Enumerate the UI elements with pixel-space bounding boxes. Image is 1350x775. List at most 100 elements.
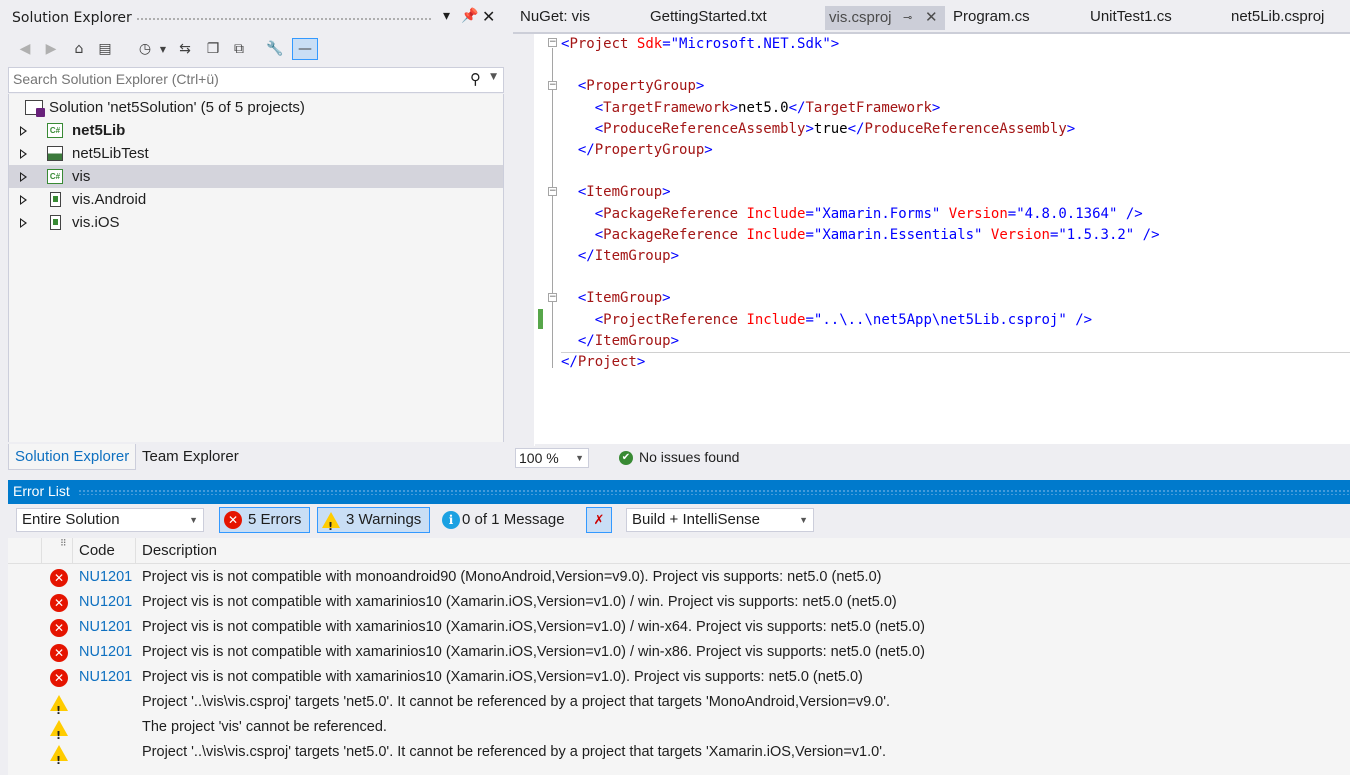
back-icon[interactable]: ◀ bbox=[14, 38, 36, 60]
editor-tab-strip: NuGet: vis GettingStarted.txt vis.csproj… bbox=[513, 0, 1350, 32]
error-code-link[interactable]: NU1201 bbox=[79, 665, 132, 690]
tab-team-explorer[interactable]: Team Explorer bbox=[136, 444, 245, 470]
tab-vis-csproj[interactable]: vis.csproj ⊸ ✕ bbox=[825, 6, 945, 30]
code-line[interactable]: <ProjectReference Include="..\..\net5App… bbox=[561, 310, 1092, 331]
error-list-row[interactable]: ✕ NU1201 Project vis is not compatible wit… bbox=[8, 665, 1350, 690]
forward-icon[interactable]: ▶ bbox=[40, 38, 62, 60]
tab-getting-started[interactable]: GettingStarted.txt bbox=[650, 5, 767, 29]
tree-item-vis-android[interactable]: vis.Android bbox=[9, 188, 503, 211]
expand-arrow-icon[interactable] bbox=[20, 172, 27, 182]
sync-with-document-icon[interactable]: ⇆ bbox=[174, 38, 196, 60]
tree-item-vis[interactable]: C# vis bbox=[9, 165, 503, 188]
pin-tab-icon[interactable]: ⊸ bbox=[903, 6, 912, 30]
code-line[interactable]: <Project Sdk="Microsoft.NET.Sdk"> bbox=[561, 34, 839, 55]
error-list-grid: ⠿ Code Description ✕ NU1201 Project vis is… bbox=[8, 538, 1350, 775]
collapse-all-icon[interactable]: ❐ bbox=[202, 38, 224, 60]
zoom-combo[interactable]: 100 % ▼ bbox=[515, 448, 589, 468]
warning-icon bbox=[50, 720, 68, 748]
search-input[interactable] bbox=[13, 71, 453, 87]
tree-item-net5lib[interactable]: C# net5Lib bbox=[9, 119, 503, 142]
code-line[interactable]: <ItemGroup> bbox=[561, 288, 671, 309]
code-line[interactable]: </ItemGroup> bbox=[561, 331, 679, 352]
home-icon[interactable]: ⌂ bbox=[68, 38, 90, 60]
code-line[interactable]: </ItemGroup> bbox=[561, 246, 679, 267]
tab-unittest1-cs[interactable]: UnitTest1.cs bbox=[1090, 5, 1172, 29]
tab-nuget-vis[interactable]: NuGet: vis bbox=[520, 5, 590, 29]
pin-icon[interactable]: 📌 bbox=[461, 8, 478, 24]
scope-select[interactable]: Entire Solution ▼ bbox=[16, 508, 204, 532]
editor-status-bar: 100 % ▼ ✔ No issues found bbox=[513, 446, 1350, 470]
build-source-value: Build + IntelliSense bbox=[632, 511, 760, 528]
expand-arrow-icon[interactable] bbox=[20, 195, 27, 205]
title-grip[interactable] bbox=[136, 17, 432, 22]
tree-item-net5libtest[interactable]: net5LibTest bbox=[9, 142, 503, 165]
collapse-icon[interactable]: − bbox=[548, 38, 557, 47]
error-code-link[interactable]: NU1201 bbox=[79, 615, 132, 640]
search-box[interactable]: ⚲ ▼ bbox=[8, 67, 504, 93]
column-header-description[interactable]: Description bbox=[142, 542, 217, 559]
preview-selected-items-icon[interactable]: — bbox=[292, 38, 318, 60]
window-position-dropdown-icon[interactable]: ▾ bbox=[443, 8, 450, 24]
tab-program-cs[interactable]: Program.cs bbox=[953, 5, 1030, 29]
expand-arrow-icon[interactable] bbox=[20, 149, 27, 159]
column-separator[interactable] bbox=[135, 538, 136, 564]
build-source-select[interactable]: Build + IntelliSense ▼ bbox=[626, 508, 814, 532]
warnings-filter-button[interactable]: 3 Warnings bbox=[317, 507, 431, 539]
error-list-row[interactable]: ✕ NU1201 Project vis is not compatible wit… bbox=[8, 615, 1350, 640]
tree-item-label: net5LibTest bbox=[72, 145, 149, 162]
chevron-down-icon[interactable]: ▼ bbox=[152, 38, 174, 60]
error-list-row[interactable]: The project 'vis' cannot be referenced. bbox=[8, 715, 1350, 748]
tab-solution-explorer[interactable]: Solution Explorer bbox=[8, 444, 137, 470]
collapse-icon[interactable]: − bbox=[548, 187, 557, 196]
column-header-code[interactable]: Code bbox=[79, 542, 115, 559]
collapse-icon[interactable]: − bbox=[548, 81, 557, 90]
scope-value: Entire Solution bbox=[22, 511, 120, 528]
clear-filter-icon[interactable]: ✗ bbox=[586, 507, 612, 533]
code-line[interactable]: </PropertyGroup> bbox=[561, 140, 713, 161]
code-line[interactable]: <PropertyGroup> bbox=[561, 76, 704, 97]
errors-filter-button[interactable]: ✕ 5 Errors bbox=[219, 507, 311, 533]
error-description: Project vis is not compatible with xamar… bbox=[142, 669, 863, 685]
tab-net5lib-csproj[interactable]: net5Lib.csproj bbox=[1231, 5, 1324, 29]
error-list-title-bar[interactable]: Error List bbox=[8, 480, 1350, 504]
error-list-row[interactable]: ✕ NU1201 Project vis is not compatible wit… bbox=[8, 590, 1350, 615]
tree-item-solution[interactable]: Solution 'net5Solution' (5 of 5 projects… bbox=[9, 96, 503, 119]
code-line[interactable]: <ProduceReferenceAssembly>true</ProduceR… bbox=[561, 119, 1075, 140]
solution-tree: Solution 'net5Solution' (5 of 5 projects… bbox=[8, 94, 504, 442]
error-list-row[interactable]: Project '..\vis\vis.csproj' targets 'net… bbox=[8, 690, 1350, 723]
code-editor[interactable]: − − − − <Project Sdk="Microsoft.NET.Sdk"… bbox=[513, 32, 1350, 446]
collapse-icon[interactable]: − bbox=[548, 293, 557, 302]
error-list-row[interactable]: Project '..\vis\vis.csproj' targets 'net… bbox=[8, 740, 1350, 773]
expand-arrow-icon[interactable] bbox=[20, 126, 27, 136]
properties-wrench-icon[interactable]: 🔧 bbox=[264, 38, 286, 60]
error-list-row[interactable]: ✕ NU1201 Project vis is not compatible wit… bbox=[8, 640, 1350, 665]
show-all-files-icon[interactable]: ⧉ bbox=[228, 38, 250, 60]
close-icon[interactable]: ✕ bbox=[482, 7, 495, 26]
expand-arrow-icon[interactable] bbox=[20, 218, 27, 228]
column-separator[interactable] bbox=[72, 538, 73, 564]
code-line[interactable]: <ItemGroup> bbox=[561, 182, 671, 203]
issues-status[interactable]: No issues found bbox=[639, 449, 739, 465]
code-line[interactable]: <TargetFramework>net5.0</TargetFramework… bbox=[561, 98, 941, 119]
messages-filter-button[interactable]: i 0 of 1 Message bbox=[433, 507, 574, 533]
close-tab-icon[interactable]: ✕ bbox=[925, 6, 938, 30]
code-line[interactable]: <PackageReference Include="Xamarin.Forms… bbox=[561, 204, 1143, 225]
error-code-link[interactable]: NU1201 bbox=[79, 565, 132, 590]
checkmark-icon: ✔ bbox=[619, 451, 633, 465]
search-options-dropdown-icon[interactable]: ▼ bbox=[490, 72, 497, 82]
code-line[interactable]: </Project> bbox=[561, 352, 645, 373]
tree-item-vis-ios[interactable]: vis.iOS bbox=[9, 211, 503, 234]
messages-count-label: 0 of 1 Message bbox=[462, 511, 565, 528]
column-separator[interactable] bbox=[41, 538, 42, 564]
column-options-icon[interactable]: ⠿ bbox=[60, 538, 67, 549]
error-description: Project vis is not compatible with xamar… bbox=[142, 594, 897, 610]
error-icon: ✕ bbox=[224, 511, 242, 529]
search-icon[interactable]: ⚲ bbox=[470, 70, 481, 88]
test-project-icon bbox=[47, 146, 63, 161]
error-code-link[interactable]: NU1201 bbox=[79, 640, 132, 665]
code-line[interactable]: <PackageReference Include="Xamarin.Essen… bbox=[561, 225, 1160, 246]
switch-views-icon[interactable]: ▤ bbox=[94, 38, 116, 60]
error-list-row[interactable]: ✕ NU1201 Project vis is not compatible wit… bbox=[8, 565, 1350, 590]
error-code-link[interactable]: NU1201 bbox=[79, 590, 132, 615]
chevron-down-icon: ▼ bbox=[189, 515, 198, 525]
